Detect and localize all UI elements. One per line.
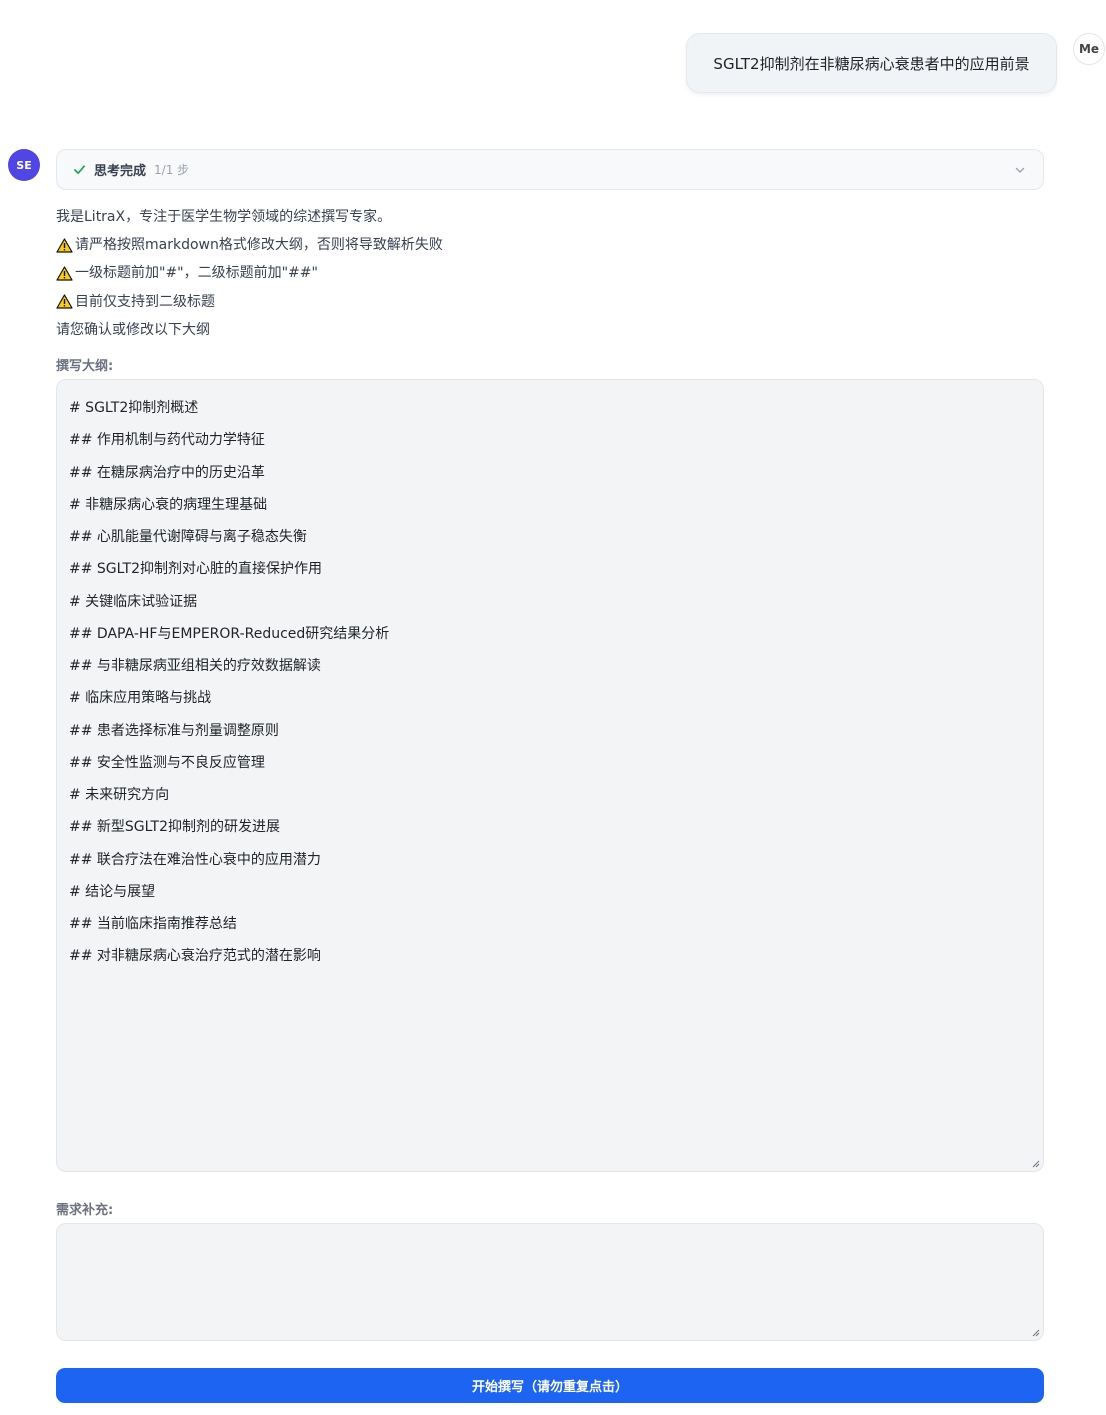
thinking-step-count: 1/1 步 xyxy=(154,163,190,177)
warning-icon xyxy=(56,294,73,309)
thinking-status-label: 思考完成 xyxy=(94,164,147,179)
outline-h1-line: # 临床应用策略与挑战 xyxy=(69,690,212,707)
chevron-down-icon[interactable] xyxy=(1013,163,1027,177)
intro-line-text: 目前仅支持到二级标题 xyxy=(75,293,215,310)
outline-h2-line: ## 对非糖尿病心衰治疗范式的潜在影响 xyxy=(69,948,321,965)
intro-line: 一级标题前加"#"，二级标题前加"##" xyxy=(56,259,1046,287)
chat-page: SGLT2抑制剂在非糖尿病心衰患者中的应用前景 Me SE 思考完成 1/1 步… xyxy=(0,0,1106,1415)
outline-h2-line: ## 患者选择标准与剂量调整原则 xyxy=(69,722,279,739)
intro-line-text: 一级标题前加"#"，二级标题前加"##" xyxy=(75,265,318,282)
assistant-intro: 我是LitraX，专注于医学生物学领域的综述撰写专家。请严格按照markdown… xyxy=(56,203,1046,344)
intro-line: 目前仅支持到二级标题 xyxy=(56,288,1046,316)
warning-icon xyxy=(56,238,73,253)
outline-h1-line: # 结论与展望 xyxy=(69,883,156,900)
outline-h2-line: ## 与非糖尿病亚组相关的疗效数据解读 xyxy=(69,658,321,674)
thinking-status-bar[interactable]: 思考完成 1/1 步 xyxy=(56,149,1044,190)
warning-icon xyxy=(56,266,73,281)
resize-grip-icon[interactable] xyxy=(1032,1329,1040,1337)
outline-h1-line: # 关键临床试验证据 xyxy=(69,593,198,610)
intro-line: 请您确认或修改以下大纲 xyxy=(56,316,1046,344)
user-message-bubble: SGLT2抑制剂在非糖尿病心衰患者中的应用前景 xyxy=(686,33,1057,93)
intro-line: 我是LitraX，专注于医学生物学领域的综述撰写专家。 xyxy=(56,203,1046,231)
outline-h2-line: ## 联合疗法在难治性心衰中的应用潜力 xyxy=(69,851,321,868)
intro-line-text: 我是LitraX，专注于医学生物学领域的综述撰写专家。 xyxy=(56,209,392,226)
outline-h1-line: # 未来研究方向 xyxy=(69,787,170,803)
assistant-avatar: SE xyxy=(8,149,40,181)
intro-line: 请严格按照markdown格式修改大纲，否则将导致解析失败 xyxy=(56,231,1046,259)
outline-h2-line: ## 新型SGLT2抑制剂的研发进展 xyxy=(69,819,280,836)
outline-h2-line: ## DAPA-HF与EMPEROR-Reduced研究结果分析 xyxy=(69,625,390,642)
outline-h2-line: ## 在糖尿病治疗中的历史沿革 xyxy=(69,464,265,481)
user-message-text: SGLT2抑制剂在非糖尿病心衰患者中的应用前景 xyxy=(713,54,1030,73)
check-icon xyxy=(74,165,85,175)
supplement-label: 需求补充: xyxy=(56,1203,114,1218)
start-writing-button[interactable]: 开始撰写（请勿重复点击） xyxy=(56,1368,1044,1403)
outline-h2-line: ## 当前临床指南推荐总结 xyxy=(69,916,237,932)
intro-line-text: 请您确认或修改以下大纲 xyxy=(56,321,210,338)
outline-h1-line: # 非糖尿病心衰的病理生理基础 xyxy=(69,496,268,513)
supplement-textarea[interactable] xyxy=(56,1223,1044,1341)
outline-h2-line: ## SGLT2抑制剂对心脏的直接保护作用 xyxy=(69,561,322,578)
outline-textarea[interactable]: # SGLT2抑制剂概述 ## 作用机制与药代动力学特征 ## 在糖尿病治疗中的历史… xyxy=(56,379,1044,1172)
outline-h2-line: ## 心肌能量代谢障碍与离子稳态失衡 xyxy=(69,529,307,545)
outline-label: 撰写大纲: xyxy=(56,359,114,374)
outline-h2-line: ## 作用机制与药代动力学特征 xyxy=(69,432,265,449)
user-avatar: Me xyxy=(1073,33,1105,65)
outline-h2-line: ## 安全性监测与不良反应管理 xyxy=(69,754,265,771)
intro-line-text: 请严格按照markdown格式修改大纲，否则将导致解析失败 xyxy=(75,237,443,254)
outline-h1-line: # SGLT2抑制剂概述 xyxy=(69,400,199,416)
resize-grip-icon[interactable] xyxy=(1032,1160,1040,1168)
